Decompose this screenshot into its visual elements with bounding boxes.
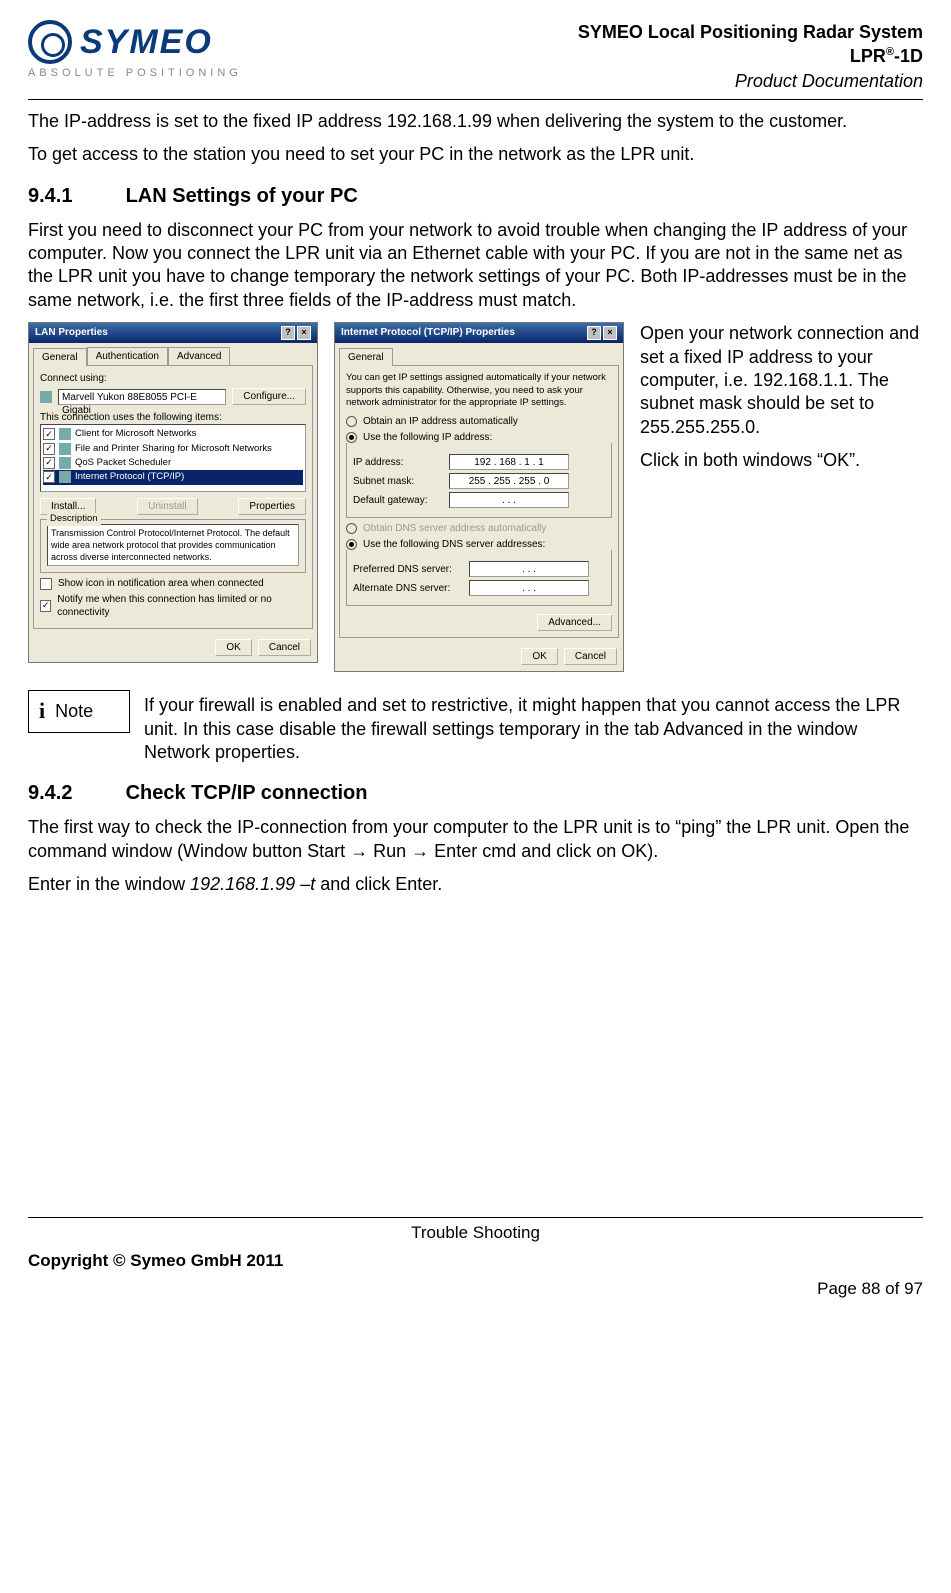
notify-checkbox[interactable]: ✓ <box>40 600 51 612</box>
footer-page: Page 88 of 97 <box>28 1278 923 1300</box>
nic-icon <box>40 391 52 403</box>
properties-button[interactable]: Properties <box>238 498 306 515</box>
side-p1: Open your network connection and set a f… <box>640 322 923 439</box>
arrow-icon: → <box>411 841 429 861</box>
doc-title-line2: LPR®-1D <box>578 44 923 68</box>
connect-using-label: Connect using: <box>40 372 306 385</box>
note-box: i Note <box>28 690 130 733</box>
help-icon[interactable]: ? <box>281 326 295 340</box>
doc-title-line1: SYMEO Local Positioning Radar System <box>578 20 923 44</box>
page-footer: Trouble Shooting Copyright © Symeo GmbH … <box>28 1217 923 1300</box>
tcpip-icon <box>59 471 71 483</box>
side-instructions: Open your network connection and set a f… <box>640 322 923 482</box>
tcpip-intro: You can get IP settings assigned automat… <box>346 372 612 409</box>
close-icon[interactable]: × <box>297 326 311 340</box>
logo-block: SYMEO ABSOLUTE POSITIONING <box>28 20 242 80</box>
header-titles: SYMEO Local Positioning Radar System LPR… <box>578 20 923 93</box>
pref-dns-field[interactable]: . . . <box>469 561 589 577</box>
note-text: If your firewall is enabled and set to r… <box>144 694 923 764</box>
section-942-para1: The first way to check the IP-connection… <box>28 816 923 863</box>
arrow-icon: → <box>350 841 368 861</box>
intro-paragraph-1: The IP-address is set to the fixed IP ad… <box>28 110 923 133</box>
description-text: Transmission Control Protocol/Internet P… <box>47 524 299 566</box>
section-942-heading: 9.4.2 Check TCP/IP connection <box>28 780 923 806</box>
description-group: Description Transmission Control Protoco… <box>40 519 306 573</box>
lan-properties-window: LAN Properties ? × General Authenticatio… <box>28 322 318 663</box>
help-icon[interactable]: ? <box>587 326 601 340</box>
qos-icon <box>59 457 71 469</box>
obtain-ip-auto-radio[interactable] <box>346 416 357 427</box>
obtain-dns-auto-radio <box>346 523 357 534</box>
logo-text: SYMEO <box>80 20 213 64</box>
lan-titlebar: LAN Properties ? × <box>29 323 317 343</box>
section-941-heading: 9.4.1 LAN Settings of your PC <box>28 183 923 209</box>
use-following-dns-radio[interactable] <box>346 539 357 550</box>
tcpip-cancel-button[interactable]: Cancel <box>564 648 617 665</box>
ip-address-field[interactable]: 192 . 168 . 1 . 1 <box>449 454 569 470</box>
section-942-para2: Enter in the window 192.168.1.99 –t and … <box>28 873 923 896</box>
show-icon-checkbox[interactable] <box>40 578 52 590</box>
advanced-button[interactable]: Advanced... <box>537 614 612 631</box>
section-941-para: First you need to disconnect your PC fro… <box>28 219 923 313</box>
lan-cancel-button[interactable]: Cancel <box>258 639 311 656</box>
items-list[interactable]: ✓Client for Microsoft Networks ✓File and… <box>40 424 306 492</box>
lan-tabs: General Authentication Advanced <box>29 343 317 365</box>
uninstall-button[interactable]: Uninstall <box>137 498 197 515</box>
share-icon <box>59 443 71 455</box>
subnet-mask-field[interactable]: 255 . 255 . 255 . 0 <box>449 473 569 489</box>
logo-subtitle: ABSOLUTE POSITIONING <box>28 66 242 80</box>
dialogs-row: LAN Properties ? × General Authenticatio… <box>28 322 923 672</box>
client-icon <box>59 428 71 440</box>
note-row: i Note If your firewall is enabled and s… <box>28 690 923 764</box>
page-header: SYMEO ABSOLUTE POSITIONING SYMEO Local P… <box>28 20 923 100</box>
footer-section: Trouble Shooting <box>28 1222 923 1244</box>
tab-general[interactable]: General <box>33 348 87 366</box>
note-label: Note <box>55 700 93 723</box>
logo-icon <box>28 20 72 64</box>
use-following-ip-radio[interactable] <box>346 432 357 443</box>
configure-button[interactable]: Configure... <box>232 388 306 405</box>
tab-advanced[interactable]: Advanced <box>168 347 230 365</box>
lan-ok-button[interactable]: OK <box>215 639 251 656</box>
alt-dns-field[interactable]: . . . <box>469 580 589 596</box>
items-label: This connection uses the following items… <box>40 411 306 424</box>
gateway-field[interactable]: . . . <box>449 492 569 508</box>
doc-title-line3: Product Documentation <box>578 69 923 93</box>
tcpip-properties-window: Internet Protocol (TCP/IP) Properties ? … <box>334 322 624 672</box>
close-icon[interactable]: × <box>603 326 617 340</box>
tcpip-titlebar: Internet Protocol (TCP/IP) Properties ? … <box>335 323 623 343</box>
tcpip-ok-button[interactable]: OK <box>521 648 557 665</box>
info-icon: i <box>39 697 45 726</box>
side-p2: Click in both windows “OK”. <box>640 449 923 472</box>
tab-authentication[interactable]: Authentication <box>87 347 168 365</box>
tcpip-tab-general[interactable]: General <box>339 348 393 366</box>
footer-copyright: Copyright © Symeo GmbH 2011 <box>28 1250 283 1272</box>
adapter-field: Marvell Yukon 88E8055 PCI-E Gigabi <box>58 389 226 405</box>
intro-paragraph-2: To get access to the station you need to… <box>28 143 923 166</box>
